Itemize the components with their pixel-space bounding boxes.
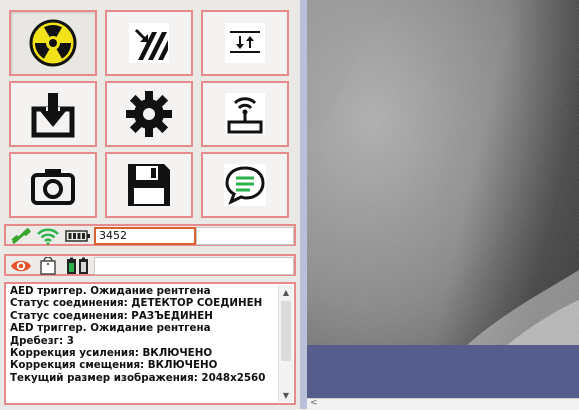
gear-icon [122,87,176,141]
detector-icon [36,257,60,275]
connection-status-bar: 3452 [4,224,296,246]
wifi-icon [36,227,60,245]
log-line: Статус соединения: РАЗЪЕДИНЕН [10,309,213,322]
download-tray-icon [26,87,80,141]
scroll-left-icon[interactable]: < [310,398,318,408]
log-line: Коррекция смещения: ВКЛЮЧЕНО [10,359,218,372]
radiation-button[interactable] [9,10,97,76]
event-log-lines: AED триггер. Ожидание рентгена Статус сое… [10,285,276,401]
status-message-field [196,227,294,245]
xray-image [307,0,579,345]
settings-button[interactable] [105,81,193,147]
event-log[interactable]: AED триггер. Ожидание рентгена Статус сое… [4,282,296,405]
scroll-down-icon[interactable]: ▼ [279,388,293,402]
floppy-disk-icon [122,158,176,212]
eye-icon[interactable] [9,257,33,275]
control-panel: 3452 AED триггер. Ожидание рентгена Стат… [0,0,300,409]
log-line: Текущий размер изображения: 2048x2560 [10,371,266,384]
xray-image-view[interactable] [307,0,579,345]
device-status-field [94,257,294,275]
wireless-device-button[interactable] [201,81,289,147]
exposure-arrows-icon [122,16,176,70]
panel-splitter[interactable] [300,0,307,409]
image-horizontal-scrollbar[interactable]: < [307,398,579,410]
log-scrollbar[interactable]: ▲ ▼ [278,285,293,402]
device-status-bar [4,254,296,276]
capture-button[interactable] [9,152,97,218]
frame-counter-field: 3452 [94,227,196,245]
log-line: Коррекция усиления: ВКЛЮЧЕНО [10,347,213,360]
save-button[interactable] [105,152,193,218]
dual-battery-icon [64,257,92,275]
radiation-icon [26,16,80,70]
exposure-button[interactable] [105,10,193,76]
messages-button[interactable] [201,152,289,218]
wireless-device-icon [218,87,272,141]
link-icon [9,227,33,245]
adjust-button[interactable] [201,10,289,76]
chat-bubble-icon [218,158,272,212]
image-background [307,345,579,400]
up-down-adjust-icon [218,16,272,70]
battery-icon [64,227,92,245]
log-line: Статус соединения: ДЕТЕКТОР СОЕДИНЕН [10,297,263,310]
scroll-up-icon[interactable]: ▲ [279,285,293,299]
log-line: AED триггер. Ожидание рентгена [10,322,211,335]
log-scroll-thumb[interactable] [281,301,291,361]
download-button[interactable] [9,81,97,147]
log-line: AED триггер. Ожидание рентгена [10,285,211,297]
camera-icon [26,158,80,212]
log-line: Дребезг: 3 [10,334,74,347]
